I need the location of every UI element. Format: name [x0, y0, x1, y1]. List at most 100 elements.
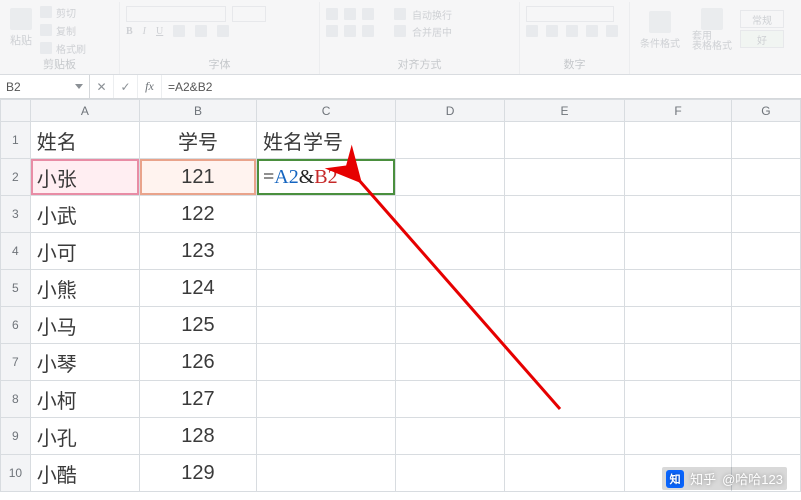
cell-D7[interactable] — [396, 344, 505, 381]
align-right-icon[interactable] — [362, 25, 374, 37]
cell-D6[interactable] — [396, 307, 505, 344]
col-header-C[interactable]: C — [256, 100, 395, 122]
row-header-5[interactable]: 5 — [1, 270, 31, 307]
font-name-select[interactable] — [126, 6, 226, 22]
col-header-F[interactable]: F — [625, 100, 732, 122]
cell-G3[interactable] — [731, 196, 800, 233]
cell-A8[interactable]: 小柯 — [30, 381, 139, 418]
fill-color-icon[interactable] — [195, 25, 207, 37]
cell-A2[interactable]: 小张 — [30, 159, 139, 196]
cell-F8[interactable] — [625, 381, 732, 418]
row-header-7[interactable]: 7 — [1, 344, 31, 381]
cell-A1[interactable]: 姓名 — [30, 122, 139, 159]
align-left-icon[interactable] — [326, 25, 338, 37]
cell-C3[interactable] — [256, 196, 395, 233]
row-header-9[interactable]: 9 — [1, 418, 31, 455]
cell-D4[interactable] — [396, 233, 505, 270]
row-header-4[interactable]: 4 — [1, 233, 31, 270]
cell-B7[interactable]: 126 — [139, 344, 256, 381]
number-format-select[interactable] — [526, 6, 614, 22]
merge-center-button[interactable]: 合并居中 — [412, 24, 452, 39]
cell-G8[interactable] — [731, 381, 800, 418]
cell-F5[interactable] — [625, 270, 732, 307]
percent-icon[interactable] — [546, 25, 558, 37]
name-box[interactable]: B2 — [0, 75, 90, 98]
border-icon[interactable] — [173, 25, 185, 37]
cell-C6[interactable] — [256, 307, 395, 344]
cell-C9[interactable] — [256, 418, 395, 455]
style-good[interactable]: 好 — [740, 30, 784, 48]
cell-D8[interactable] — [396, 381, 505, 418]
cell-B4[interactable]: 123 — [139, 233, 256, 270]
cell-G7[interactable] — [731, 344, 800, 381]
row-header-2[interactable]: 2 — [1, 159, 31, 196]
formula-bar[interactable]: =A2&B2 — [162, 75, 801, 98]
cell-G9[interactable] — [731, 418, 800, 455]
cell-B9[interactable]: 128 — [139, 418, 256, 455]
cell-B1[interactable]: 学号 — [139, 122, 256, 159]
select-all-corner[interactable] — [1, 100, 31, 122]
align-top-icon[interactable] — [326, 8, 338, 20]
col-header-D[interactable]: D — [396, 100, 505, 122]
cell-A6[interactable]: 小马 — [30, 307, 139, 344]
cell-D10[interactable] — [396, 455, 505, 492]
col-header-A[interactable]: A — [30, 100, 139, 122]
cell-A3[interactable]: 小武 — [30, 196, 139, 233]
col-header-G[interactable]: G — [731, 100, 800, 122]
italic-button[interactable]: I — [143, 26, 146, 37]
cell-F3[interactable] — [625, 196, 732, 233]
cell-G5[interactable] — [731, 270, 800, 307]
cell-C8[interactable] — [256, 381, 395, 418]
cell-A4[interactable]: 小可 — [30, 233, 139, 270]
cell-G6[interactable] — [731, 307, 800, 344]
cell-E2[interactable] — [504, 159, 624, 196]
cell-D5[interactable] — [396, 270, 505, 307]
style-normal[interactable]: 常规 — [740, 10, 784, 28]
cell-C10[interactable] — [256, 455, 395, 492]
cell-E1[interactable] — [504, 122, 624, 159]
cell-B10[interactable]: 129 — [139, 455, 256, 492]
cell-D2[interactable] — [396, 159, 505, 196]
formula-confirm-button[interactable]: ✓ — [114, 75, 138, 98]
cell-C4[interactable] — [256, 233, 395, 270]
cell-E3[interactable] — [504, 196, 624, 233]
cell-F4[interactable] — [625, 233, 732, 270]
cell-E10[interactable] — [504, 455, 624, 492]
align-center-icon[interactable] — [344, 25, 356, 37]
cell-E5[interactable] — [504, 270, 624, 307]
col-header-E[interactable]: E — [504, 100, 624, 122]
cut-button[interactable]: 剪切 — [40, 4, 86, 20]
table-format-button[interactable]: 套用 表格格式 — [688, 6, 736, 54]
row-header-6[interactable]: 6 — [1, 307, 31, 344]
cell-B6[interactable]: 125 — [139, 307, 256, 344]
row-header-10[interactable]: 10 — [1, 455, 31, 492]
col-header-B[interactable]: B — [139, 100, 256, 122]
cell-A5[interactable]: 小熊 — [30, 270, 139, 307]
cell-F6[interactable] — [625, 307, 732, 344]
cell-B3[interactable]: 122 — [139, 196, 256, 233]
underline-button[interactable]: U — [156, 26, 163, 37]
bold-button[interactable]: B — [126, 26, 133, 37]
cell-D3[interactable] — [396, 196, 505, 233]
cell-E9[interactable] — [504, 418, 624, 455]
cell-C7[interactable] — [256, 344, 395, 381]
copy-button[interactable]: 复制 — [40, 22, 86, 38]
cell-B8[interactable]: 127 — [139, 381, 256, 418]
cell-E4[interactable] — [504, 233, 624, 270]
conditional-format-button[interactable]: 条件格式 — [636, 6, 684, 54]
cell-B5[interactable]: 124 — [139, 270, 256, 307]
cell-G1[interactable] — [731, 122, 800, 159]
insert-function-button[interactable]: fx — [138, 75, 162, 98]
cell-F7[interactable] — [625, 344, 732, 381]
align-bot-icon[interactable] — [362, 8, 374, 20]
cell-D9[interactable] — [396, 418, 505, 455]
align-mid-icon[interactable] — [344, 8, 356, 20]
cell-A9[interactable]: 小孔 — [30, 418, 139, 455]
formula-cancel-button[interactable]: ✕ — [90, 75, 114, 98]
cell-A7[interactable]: 小琴 — [30, 344, 139, 381]
row-header-3[interactable]: 3 — [1, 196, 31, 233]
row-header-8[interactable]: 8 — [1, 381, 31, 418]
cell-C2[interactable]: =A2&B2 — [256, 159, 395, 196]
cell-F2[interactable] — [625, 159, 732, 196]
font-size-select[interactable] — [232, 6, 266, 22]
